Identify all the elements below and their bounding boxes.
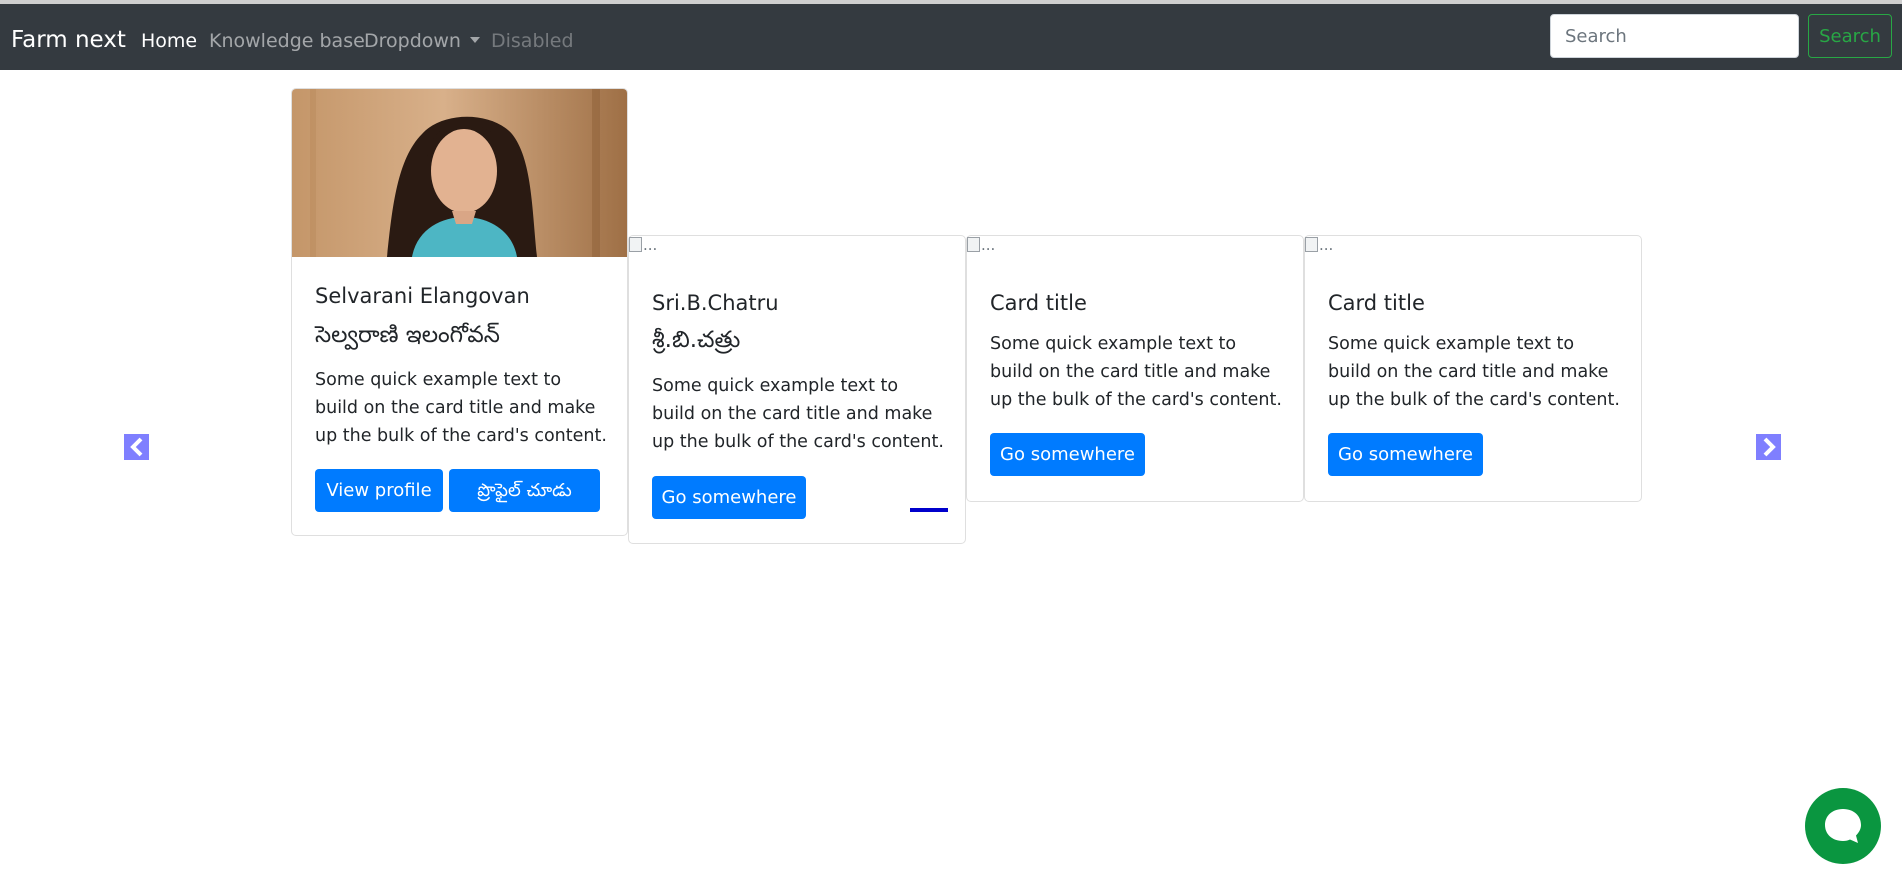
go-somewhere-button[interactable]: Go somewhere: [990, 433, 1145, 476]
broken-image-icon: [967, 237, 980, 252]
carousel-prev-button[interactable]: [124, 434, 149, 460]
nav-item-home[interactable]: Home: [141, 28, 197, 54]
broken-image-icon: [629, 237, 642, 252]
profile-photo: [292, 89, 627, 257]
carousel-next-button[interactable]: [1756, 434, 1781, 460]
caret-down-icon: [469, 37, 480, 43]
card: ... Card title Some quick example text t…: [966, 235, 1304, 502]
search-input[interactable]: [1550, 14, 1799, 58]
broken-image-icon: [1305, 237, 1318, 252]
card: ... Card title Some quick example text t…: [1304, 235, 1642, 502]
chat-bubble-icon: [1825, 809, 1861, 843]
card-title: Card title: [1328, 291, 1425, 315]
chevron-left-icon: [129, 437, 142, 457]
nav-item-knowledge-base[interactable]: Knowledge base: [209, 28, 365, 54]
card-title: Selvarani Elangovan: [315, 284, 530, 308]
profile-card: Selvarani Elangovan సెల్వరాణి ఇలంగోవన్ S…: [291, 88, 628, 536]
image-alt-text: ...: [981, 236, 996, 254]
card-text: Some quick example text to build on the …: [1328, 334, 1620, 410]
card-subtitle: సెల్వరాణి ఇలంగోవన్: [315, 322, 500, 348]
view-profile-button[interactable]: View profile: [315, 469, 443, 512]
nav-item-disabled: Disabled: [491, 30, 574, 52]
profile-card: ... Sri.B.Chatru శ్రీ.బి.చత్రు Some quic…: [628, 235, 966, 544]
broken-image: ...: [629, 236, 657, 254]
image-alt-text: ...: [1319, 236, 1334, 254]
go-somewhere-button[interactable]: Go somewhere: [1328, 433, 1483, 476]
broken-image: ...: [1305, 236, 1333, 254]
navbar: Farm next Home Knowledge base Dropdown D…: [0, 4, 1902, 70]
card-text: Some quick example text to build on the …: [990, 334, 1282, 410]
view-profile-telugu-button[interactable]: ప్రొఫైల్ చూడు: [449, 469, 600, 512]
nav-item-dropdown[interactable]: Dropdown: [364, 28, 480, 54]
search-button[interactable]: Search: [1808, 14, 1892, 58]
card-subtitle: శ్రీ.బి.చత్రు: [652, 327, 741, 353]
chat-widget-button[interactable]: [1805, 788, 1881, 864]
navbar-brand[interactable]: Farm next: [11, 25, 126, 55]
nav-item-dropdown-label: Dropdown: [364, 30, 461, 52]
carousel-indicator[interactable]: [910, 508, 948, 512]
go-somewhere-button[interactable]: Go somewhere: [652, 476, 806, 519]
broken-image: ...: [967, 236, 995, 254]
card-title: Card title: [990, 291, 1087, 315]
card-text: Some quick example text to build on the …: [315, 370, 607, 446]
card-title: Sri.B.Chatru: [652, 291, 779, 315]
image-alt-text: ...: [643, 236, 658, 254]
chevron-right-icon: [1763, 437, 1776, 457]
card-text: Some quick example text to build on the …: [652, 376, 944, 452]
